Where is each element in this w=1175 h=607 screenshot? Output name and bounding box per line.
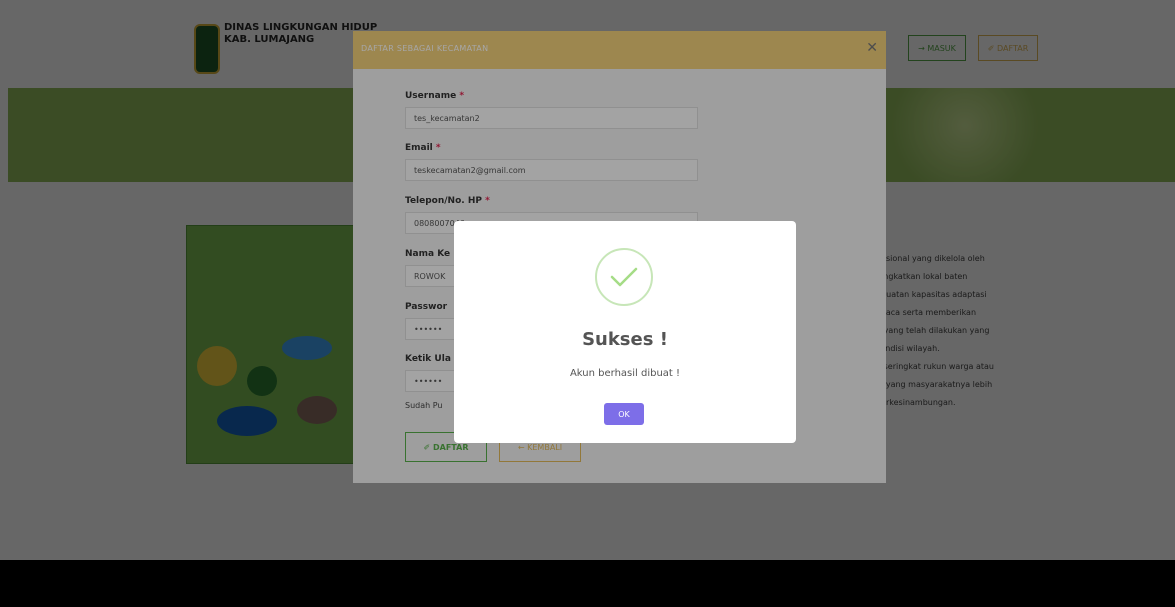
check-icon xyxy=(595,248,653,306)
alert-message: Akun berhasil dibuat ! xyxy=(569,368,681,379)
success-alert: Sukses ! Akun berhasil dibuat ! OK xyxy=(454,221,796,443)
alert-title: Sukses ! xyxy=(582,329,668,350)
ok-button[interactable]: OK xyxy=(604,403,644,425)
